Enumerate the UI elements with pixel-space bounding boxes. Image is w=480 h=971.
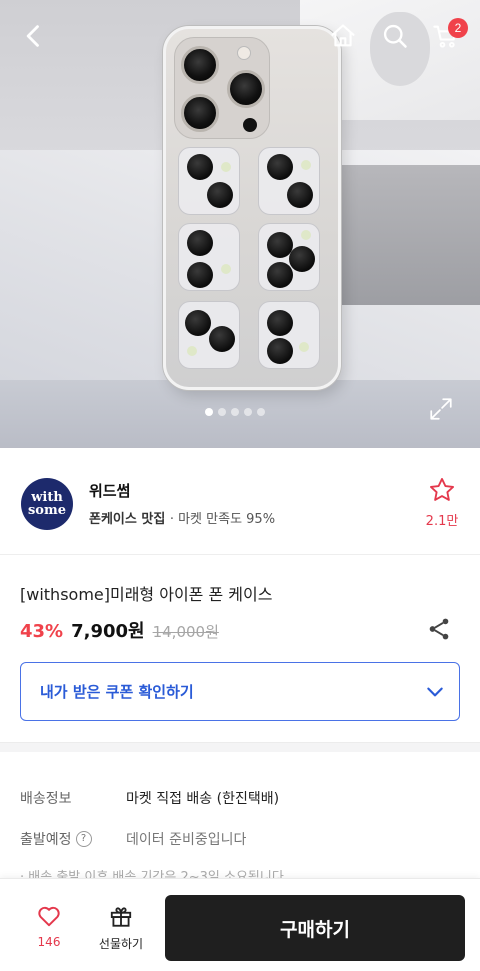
shipping-info-value: 마켓 직접 배송 (한진택배) (126, 791, 280, 807)
seller-section[interactable]: with some 위드썸 폰케이스 맛집 · 마켓 만족도 95% 2.1만 (0, 448, 480, 555)
pattern-dot (267, 154, 293, 180)
pattern-dot (207, 182, 233, 208)
case-pattern-pod (178, 301, 240, 369)
pattern-dot (187, 154, 213, 180)
discount-rate: 43% (20, 621, 64, 642)
departure-label-wrap: 출발예정 ? (20, 829, 126, 849)
search-button[interactable] (377, 18, 413, 54)
camera-flash (237, 46, 251, 60)
price-row: 43% 7,900원 14,000원 (20, 617, 219, 643)
bottom-action-bar: 146 선물하기 구매하기 (0, 878, 480, 971)
pattern-led (299, 342, 309, 352)
home-button[interactable] (325, 18, 361, 54)
case-pattern-pod (178, 147, 240, 215)
pattern-led (221, 162, 231, 172)
share-icon[interactable] (426, 616, 452, 642)
carousel-dot[interactable] (218, 408, 226, 416)
home-icon (331, 24, 355, 47)
camera-block (174, 37, 270, 139)
carousel-dot[interactable] (244, 408, 252, 416)
product-image-carousel[interactable]: 2 (0, 0, 480, 448)
heart-icon (38, 906, 60, 927)
chevron-left-icon (26, 25, 39, 47)
expand-icon[interactable] (428, 396, 454, 422)
pattern-dot (267, 262, 293, 288)
product-photo-phone (163, 26, 341, 390)
shipping-info-row: 배송정보 마켓 직접 배송 (한진택배) (20, 788, 279, 808)
departure-value: 데이터 준비중입니다 (126, 832, 247, 848)
star-icon[interactable] (428, 476, 456, 504)
seller-name[interactable]: 위드썸 (89, 480, 130, 501)
shipping-info-label: 배송정보 (20, 791, 72, 807)
departure-label: 출발예정 (20, 832, 72, 848)
seller-category: 폰케이스 맛집 (89, 512, 166, 527)
like-count: 146 (37, 935, 61, 949)
sale-price: 7,900원 (71, 621, 145, 642)
camera-lens (181, 94, 219, 132)
pattern-led (187, 346, 197, 356)
coupon-check-button[interactable]: 내가 받은 쿠폰 확인하기 (20, 662, 460, 721)
background-shadow (330, 165, 480, 305)
carousel-dot[interactable] (231, 408, 239, 416)
product-title: [withsome]미래형 아이폰 폰 케이스 (20, 585, 273, 604)
gift-icon (110, 907, 132, 927)
pattern-led (221, 264, 231, 274)
pattern-dot (267, 310, 293, 336)
pattern-dot (267, 338, 293, 364)
case-pattern-pod (178, 223, 240, 291)
camera-sensor (243, 118, 257, 132)
pattern-dot (185, 310, 211, 336)
coupon-label: 내가 받은 쿠폰 확인하기 (40, 683, 194, 701)
carousel-indicators (205, 408, 265, 416)
like-button[interactable]: 146 (24, 903, 74, 949)
seller-logo[interactable]: with some (21, 478, 73, 530)
search-icon (383, 24, 407, 48)
pattern-led (301, 160, 311, 170)
cart-count-badge: 2 (448, 18, 468, 38)
pattern-dot (209, 326, 235, 352)
gift-label: 선물하기 (98, 937, 144, 951)
section-divider (0, 742, 480, 752)
seller-logo-text: some (27, 503, 67, 518)
seller-tagline: 폰케이스 맛집 · 마켓 만족도 95% (89, 508, 275, 527)
pattern-dot (187, 262, 213, 288)
buy-button[interactable]: 구매하기 (165, 895, 465, 961)
departure-row: 출발예정 ? 데이터 준비중입니다 (20, 829, 246, 849)
chevron-down-icon (427, 687, 443, 696)
case-pattern-pod (258, 301, 320, 369)
help-icon[interactable]: ? (75, 831, 92, 847)
seller-favorite-count: 2.1만 (425, 514, 459, 529)
case-pattern-pod (258, 147, 320, 215)
gift-button[interactable]: 선물하기 (90, 903, 152, 952)
pattern-led (301, 230, 311, 240)
carousel-dot[interactable] (205, 408, 213, 416)
pattern-dot (187, 230, 213, 256)
carousel-dot[interactable] (257, 408, 265, 416)
seller-satisfaction: · 마켓 만족도 95% (169, 512, 276, 527)
pattern-dot (289, 246, 315, 272)
original-price: 14,000원 (152, 623, 219, 641)
camera-lens (181, 46, 219, 84)
camera-lens (227, 70, 265, 108)
back-button[interactable] (16, 18, 52, 54)
case-pattern-pod (258, 223, 320, 291)
pattern-dot (287, 182, 313, 208)
